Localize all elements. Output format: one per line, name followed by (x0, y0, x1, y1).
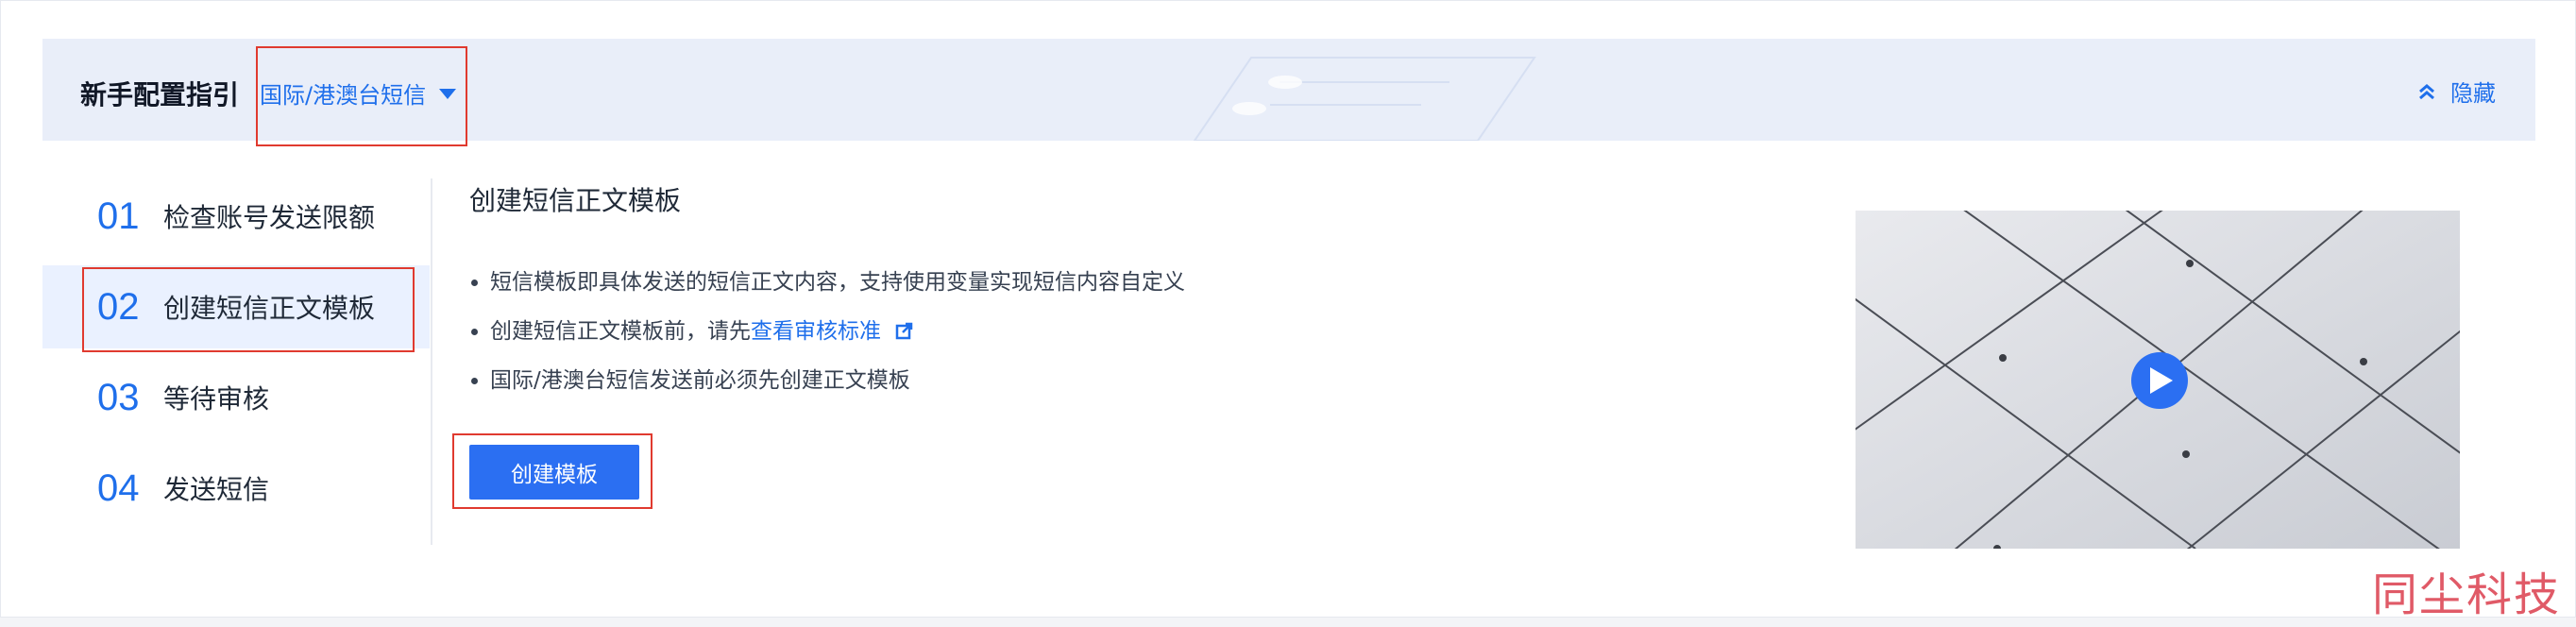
bullet-text: 创建短信正文模板前，请先 (490, 319, 751, 344)
bullet-text: 短信模板即具体发送的短信正文内容，支持使用变量实现短信内容自定义 (490, 270, 1185, 295)
video-thumbnail (1856, 211, 2460, 549)
step-item-1[interactable]: 01 检查账号发送限额 (42, 175, 430, 258)
step-item-3[interactable]: 03 等待审核 (42, 356, 430, 439)
hide-guide-label: 隐藏 (2450, 80, 2496, 107)
step-list: 01 检查账号发送限额 02 创建短信正文模板 03 等待审核 04 发送短信 (42, 175, 430, 537)
step-label: 发送短信 (163, 474, 270, 505)
step-label: 检查账号发送限额 (163, 202, 376, 233)
tutorial-video[interactable] (1856, 211, 2460, 549)
step-content-title: 创建短信正文模板 (469, 185, 682, 216)
step-item-4[interactable]: 04 发送短信 (42, 447, 430, 530)
guide-card: 新手配置指引 国际/港澳台短信 隐藏 01 检查账号发送限额 02 创建短信正文… (0, 0, 2576, 618)
step-content: 创建短信正文模板 短信模板即具体发送的短信正文内容，支持使用变量实现短信内容自定… (469, 180, 1185, 405)
guide-title: 新手配置指引 (80, 79, 240, 110)
double-chevron-up-icon (2419, 83, 2434, 99)
annotation-box-step (82, 267, 415, 352)
step-number: 01 (97, 195, 140, 237)
annotation-box-button (452, 433, 652, 509)
step-label: 等待审核 (163, 383, 270, 415)
hide-guide-button[interactable]: 隐藏 (2416, 75, 2496, 108)
step-number: 04 (97, 466, 140, 509)
step-number: 03 (97, 376, 140, 418)
bullet-item: 短信模板即具体发送的短信正文内容，支持使用变量实现短信内容自定义 (469, 258, 1185, 307)
vertical-divider (431, 178, 432, 545)
bullet-item: 创建短信正文模板前，请先查看审核标准 (469, 307, 1185, 356)
bullet-item: 国际/港澳台短信发送前必须先创建正文模板 (469, 356, 1185, 405)
bullet-text: 国际/港澳台短信发送前必须先创建正文模板 (490, 368, 910, 393)
watermark: 同尘科技 (2371, 568, 2561, 621)
external-link-icon[interactable] (895, 322, 914, 341)
banner-decoration (1193, 57, 1536, 141)
review-standard-link[interactable]: 查看审核标准 (751, 319, 881, 344)
annotation-box-region (256, 46, 467, 146)
